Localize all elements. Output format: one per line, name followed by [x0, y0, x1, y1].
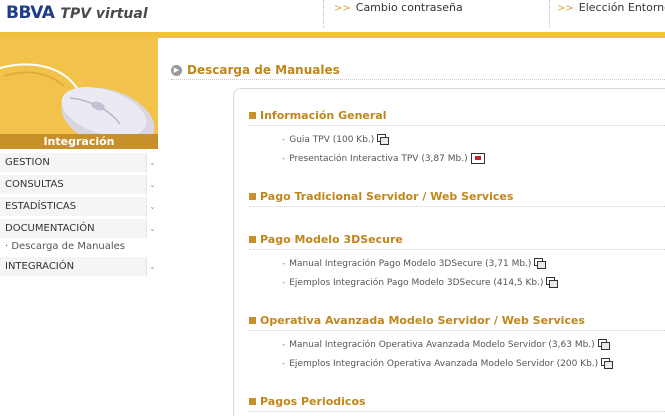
section-divider	[249, 206, 665, 207]
list-dash: -	[282, 134, 286, 145]
section-divider	[249, 411, 665, 412]
sidebar-item-label: INTEGRACIÓN	[5, 261, 75, 272]
doc-link-label: Ejemplos Integración Operativa Avanzada …	[289, 358, 599, 369]
sidebar-item-consultas[interactable]: CONSULTAS ⌄	[0, 175, 158, 195]
doc-link[interactable]: - Guia TPV (100 Kb.)	[282, 134, 390, 145]
chevron-down-icon[interactable]: ⌄	[146, 175, 158, 195]
section-title: Pagos Periodicos	[260, 395, 366, 408]
section-title: Pago Tradicional Servidor / Web Services	[260, 190, 514, 203]
doc-link-label: Ejemplos Integración Pago Modelo 3DSecur…	[289, 277, 544, 288]
doc-link-label: Manual Integración Pago Modelo 3DSecure …	[289, 258, 532, 269]
section-title: Pago Modelo 3DSecure	[260, 233, 403, 246]
document-icon[interactable]	[601, 358, 614, 369]
chevron-down-icon[interactable]: ⌄	[146, 219, 158, 239]
bbva-logo[interactable]: BBVA TPV virtual	[6, 3, 148, 27]
square-bullet-icon	[249, 193, 256, 200]
section-heading: Pago Tradicional Servidor / Web Services	[249, 190, 513, 203]
double-chevron-icon: >>	[334, 3, 351, 14]
section-heading: Pagos Periodicos	[249, 395, 366, 408]
header-divider	[323, 0, 324, 28]
section-heading: Operativa Avanzada Modelo Servidor / Web…	[249, 314, 585, 327]
logo-product: TPV virtual	[60, 6, 148, 22]
list-dash: -	[282, 358, 286, 369]
doc-link-label: Guia TPV (100 Kb.)	[289, 134, 375, 145]
page-title: Descarga de Manuales	[187, 63, 340, 77]
change-password-link[interactable]: >> Cambio contraseña	[334, 1, 463, 14]
chevron-down-icon[interactable]: ⌄	[146, 257, 158, 277]
doc-link[interactable]: - Presentación Interactiva TPV (3,87 Mb.…	[282, 153, 485, 164]
list-dash: -	[282, 153, 286, 164]
top-header: BBVA TPV virtual >> Cambio contraseña >> E…	[0, 0, 665, 32]
list-dash: -	[282, 277, 286, 288]
document-icon[interactable]	[597, 339, 610, 350]
sidebar-item-label: CONSULTAS	[5, 179, 64, 190]
doc-link[interactable]: - Ejemplos Integración Operativa Avanzad…	[282, 358, 614, 369]
sidebar-item-integracion[interactable]: INTEGRACIÓN ⌄	[0, 257, 158, 277]
logo-brand: BBVA	[6, 3, 55, 23]
section-heading: Pago Modelo 3DSecure	[249, 233, 403, 246]
sidebar-item-label: GESTION	[5, 157, 50, 168]
doc-link[interactable]: - Manual Integración Operativa Avanzada …	[282, 339, 610, 350]
sidebar-banner: Integración	[0, 38, 158, 149]
title-divider	[171, 79, 665, 80]
sidebar-item-gestion[interactable]: GESTION ⌄	[0, 153, 158, 173]
doc-link-label: Presentación Interactiva TPV (3,87 Mb.)	[289, 153, 468, 164]
doc-link[interactable]: - Manual Integración Pago Modelo 3DSecur…	[282, 258, 547, 269]
double-chevron-icon: >>	[557, 3, 574, 14]
list-dash: -	[282, 258, 286, 269]
sidebar-item-documentacion[interactable]: DOCUMENTACIÓN ⌄	[0, 219, 158, 239]
sidebar-item-label: ESTADÍSTICAS	[5, 201, 77, 212]
chevron-down-icon[interactable]: ⌄	[146, 197, 158, 217]
change-password-label: Cambio contraseña	[355, 1, 463, 14]
environment-link[interactable]: >> Elección Entorno	[557, 1, 665, 14]
presentation-icon[interactable]	[470, 153, 485, 164]
banner-title: Integración	[0, 134, 158, 149]
document-icon[interactable]	[377, 134, 390, 145]
square-bullet-icon	[249, 317, 256, 324]
section-title: Información General	[260, 109, 387, 122]
section-divider	[249, 249, 665, 250]
page-title-row: ▶ Descarga de Manuales	[171, 61, 340, 79]
page: BBVA TPV virtual >> Cambio contraseña >> E…	[0, 0, 665, 416]
chevron-down-icon[interactable]: ⌄	[146, 153, 158, 173]
document-icon[interactable]	[534, 258, 547, 269]
square-bullet-icon	[249, 236, 256, 243]
section-divider	[249, 125, 665, 126]
environment-label: Elección Entorno	[578, 1, 665, 14]
section-divider	[249, 330, 665, 331]
list-dash: -	[282, 339, 286, 350]
sidebar-item-estadisticas[interactable]: ESTADÍSTICAS ⌄	[0, 197, 158, 217]
sidebar-subitem-descarga-manuales[interactable]: · Descarga de Manuales	[0, 239, 158, 255]
square-bullet-icon	[249, 398, 256, 405]
square-bullet-icon	[249, 112, 256, 119]
document-icon[interactable]	[546, 277, 559, 288]
section-title: Operativa Avanzada Modelo Servidor / Web…	[260, 314, 585, 327]
sidebar-item-label: DOCUMENTACIÓN	[5, 223, 95, 234]
mouse-icon	[0, 63, 155, 149]
header-divider	[549, 0, 550, 28]
arrow-circle-icon: ▶	[171, 64, 182, 76]
section-heading: Información General	[249, 109, 386, 122]
doc-link[interactable]: - Ejemplos Integración Pago Modelo 3DSec…	[282, 277, 559, 288]
sidebar: Integración GESTION ⌄ CONSULTAS ⌄ ESTADÍ…	[0, 38, 158, 416]
doc-link-label: Manual Integración Operativa Avanzada Mo…	[289, 339, 595, 350]
